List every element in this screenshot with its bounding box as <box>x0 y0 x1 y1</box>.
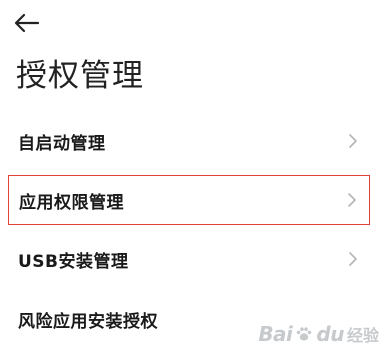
paw-icon <box>297 327 312 341</box>
watermark-logo-text: Bai <box>258 322 293 346</box>
watermark-logo-suffix: du <box>316 322 344 346</box>
page-title: 授权管理 <box>16 58 144 94</box>
arrow-left-icon <box>14 13 40 33</box>
item-label: 自启动管理 <box>18 133 106 154</box>
watermark-subtitle: 经验 <box>346 326 379 345</box>
item-label: 应用权限管理 <box>19 192 124 213</box>
app-permission-management-item[interactable]: 应用权限管理 <box>8 175 370 225</box>
chevron-right-icon <box>347 192 357 208</box>
usb-install-management-item[interactable]: USB安装管理 <box>8 234 370 284</box>
auto-start-management-item[interactable]: 自启动管理 <box>8 116 370 166</box>
chevron-right-icon <box>348 133 358 149</box>
baidu-jingyan-watermark: Bai du 经验 <box>258 322 379 346</box>
item-label: 风险应用安装授权 <box>18 311 158 332</box>
chevron-right-icon <box>348 251 358 267</box>
back-button[interactable] <box>14 10 46 36</box>
item-label: USB安装管理 <box>18 251 129 272</box>
